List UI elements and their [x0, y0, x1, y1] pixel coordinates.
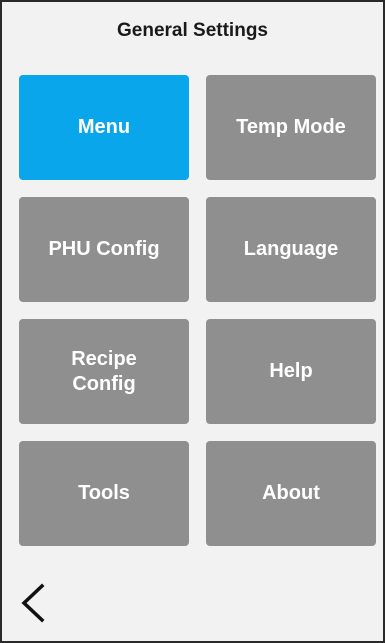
back-button[interactable]: [16, 580, 50, 626]
temp-mode-button-label: Temp Mode: [236, 116, 346, 138]
recipe-config-button-label: Recipe Config: [71, 347, 137, 395]
language-button[interactable]: Language: [206, 197, 376, 302]
recipe-config-button[interactable]: Recipe Config: [19, 319, 189, 424]
phu-config-button[interactable]: PHU Config: [19, 197, 189, 302]
general-settings-screen: General Settings Menu Temp Mode PHU Conf…: [0, 0, 385, 643]
about-button[interactable]: About: [206, 441, 376, 546]
language-button-label: Language: [243, 238, 339, 260]
menu-button-label: Menu: [77, 116, 131, 138]
help-button[interactable]: Help: [206, 319, 376, 424]
help-button-label: Help: [269, 360, 313, 382]
page-title: General Settings: [117, 20, 268, 41]
menu-button[interactable]: Menu: [19, 75, 189, 180]
chevron-left-icon: [21, 583, 45, 623]
phu-config-button-label: PHU Config: [48, 238, 160, 260]
tools-button-label: Tools: [78, 482, 130, 504]
temp-mode-button[interactable]: Temp Mode: [206, 75, 376, 180]
tools-button[interactable]: Tools: [19, 441, 189, 546]
about-button-label: About: [262, 482, 320, 504]
